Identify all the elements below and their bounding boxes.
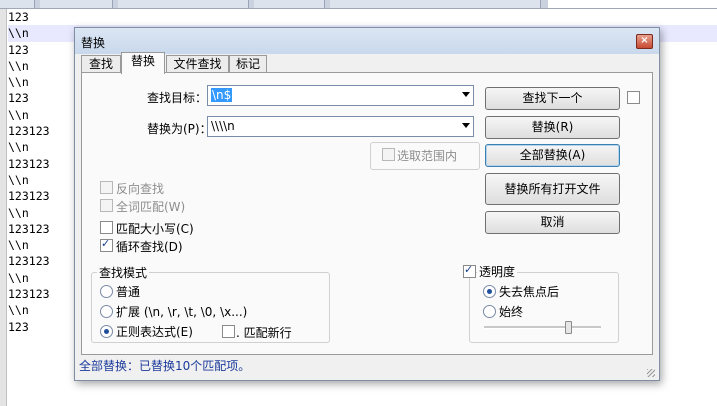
wrap-around-label: 循环查找(D) bbox=[116, 240, 183, 254]
mode-normal-radio[interactable] bbox=[100, 285, 113, 298]
whole-word-label: 全词匹配(W) bbox=[116, 200, 186, 214]
transparency-checkbox[interactable]: ✓ bbox=[463, 263, 476, 278]
find-label: 查找目标： bbox=[147, 91, 208, 105]
mode-extended-radio[interactable] bbox=[100, 305, 113, 318]
transparency-always-label: 始终 bbox=[499, 305, 524, 319]
dot-matches-newline-checkbox[interactable] bbox=[222, 325, 235, 338]
transparency-focus-radio[interactable] bbox=[483, 285, 496, 298]
match-case-checkbox[interactable] bbox=[100, 221, 113, 234]
document-tab-strip bbox=[0, 0, 717, 9]
dropdown-arrow-icon[interactable] bbox=[462, 123, 470, 128]
in-selection-label: 选取范围内 bbox=[397, 149, 458, 163]
replace-label: 替换为(P)： bbox=[147, 122, 212, 136]
tab-mark[interactable]: 标记 bbox=[229, 55, 267, 73]
transparency-focus-label: 失去焦点后 bbox=[499, 285, 560, 299]
dialog-titlebar[interactable]: 替换 × bbox=[75, 28, 659, 54]
find-combobox[interactable]: \n$ bbox=[207, 85, 474, 106]
tab-replace[interactable]: 替换 bbox=[121, 52, 165, 74]
doc-tab[interactable] bbox=[330, 0, 541, 8]
dot-matches-newline-label: . 匹配新行 bbox=[236, 326, 292, 340]
search-mode-title: 查找模式 bbox=[97, 264, 150, 281]
tab-find[interactable]: 查找 bbox=[81, 55, 121, 73]
replace-button[interactable]: 替换(R) bbox=[485, 116, 620, 139]
wrap-around-checkbox[interactable]: ✓ bbox=[100, 237, 113, 252]
doc-tab[interactable] bbox=[40, 0, 113, 8]
tab-find-in-files[interactable]: 文件查找 bbox=[166, 55, 229, 73]
checkmark-icon: ✓ bbox=[101, 237, 111, 250]
whole-word-checkbox[interactable] bbox=[100, 199, 113, 212]
editor-gutter bbox=[0, 9, 7, 406]
doc-tab[interactable] bbox=[118, 0, 249, 8]
replace-all-button[interactable]: 全部替换(A) bbox=[485, 144, 620, 167]
status-message: 全部替换：已替换10个匹配项。 bbox=[79, 359, 251, 373]
resize-grip-icon[interactable] bbox=[647, 369, 655, 377]
backward-label: 反向查找 bbox=[116, 182, 165, 196]
find-next-option-checkbox[interactable] bbox=[627, 91, 640, 104]
dialog-title: 替换 bbox=[81, 36, 106, 50]
replace-dialog: 替换 × 查找 替换 文件查找 标记 查找目标： \n$ 替换为(P)： \\\… bbox=[74, 27, 660, 381]
mode-extended-label: 扩展 (\n, \r, \t, \0, \x...) bbox=[116, 305, 248, 319]
radio-selected-dot bbox=[104, 329, 109, 334]
doc-tab-active[interactable] bbox=[548, 0, 717, 8]
cancel-button[interactable]: 取消 bbox=[485, 211, 620, 234]
replace-all-open-files-button[interactable]: 替换所有打开文件 bbox=[485, 173, 620, 205]
transparency-title: 透明度 bbox=[477, 263, 518, 280]
dropdown-arrow-icon[interactable] bbox=[462, 92, 470, 97]
transparency-slider-thumb[interactable] bbox=[565, 321, 572, 334]
close-icon[interactable]: × bbox=[636, 34, 653, 49]
backward-checkbox[interactable] bbox=[100, 181, 113, 194]
mode-normal-label: 普通 bbox=[116, 285, 141, 299]
find-value: \n$ bbox=[211, 88, 233, 102]
match-case-label: 匹配大小写(C) bbox=[116, 222, 194, 236]
checkmark-icon: ✓ bbox=[464, 263, 474, 276]
mode-regex-radio[interactable] bbox=[100, 325, 113, 338]
transparency-always-radio[interactable] bbox=[483, 305, 496, 318]
replace-panel: 查找目标： \n$ 替换为(P)： \\\\n 查找下一个 替换(R) 选取范围… bbox=[81, 72, 653, 355]
mode-regex-label: 正则表达式(E) bbox=[116, 325, 193, 339]
editor-line: 123 bbox=[8, 10, 29, 24]
radio-selected-dot bbox=[487, 289, 492, 294]
replace-combobox[interactable]: \\\\n bbox=[207, 116, 474, 137]
in-selection-checkbox[interactable] bbox=[382, 148, 395, 161]
doc-tab[interactable] bbox=[254, 0, 325, 8]
doc-tab[interactable] bbox=[0, 0, 35, 8]
find-next-button[interactable]: 查找下一个 bbox=[485, 87, 620, 110]
replace-value: \\\\n bbox=[211, 119, 235, 133]
transparency-slider[interactable] bbox=[484, 326, 601, 329]
